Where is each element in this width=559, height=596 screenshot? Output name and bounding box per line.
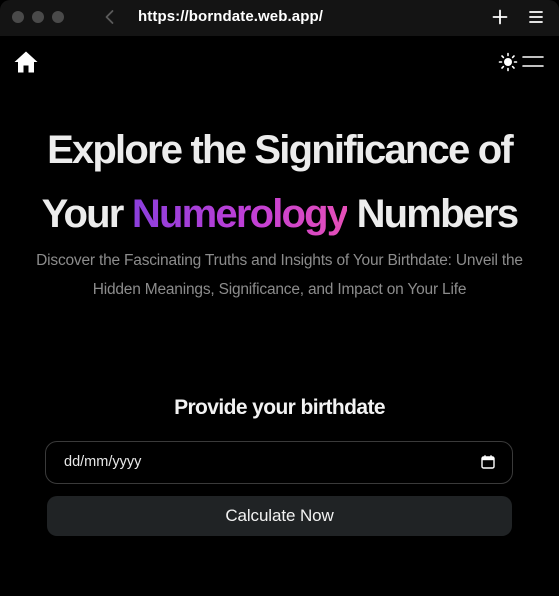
- home-button[interactable]: [13, 50, 39, 74]
- birthdate-placeholder: dd/mm/yyyy: [64, 454, 142, 470]
- hero-title: Explore the Significance of Your Numerol…: [0, 118, 559, 246]
- browser-window: https://borndate.web.app/ Explore the Si…: [0, 0, 559, 596]
- site-menu-button[interactable]: [522, 54, 544, 70]
- chevron-left-icon: [105, 10, 114, 24]
- hero-title-suffix: Numbers: [347, 192, 520, 236]
- browser-menu-button[interactable]: [526, 7, 546, 27]
- hero-title-line-1: Explore the Significance of: [47, 128, 514, 172]
- sun-icon: [498, 52, 518, 72]
- birthdate-input[interactable]: dd/mm/yyyy: [45, 441, 513, 484]
- theme-toggle-button[interactable]: [498, 52, 518, 72]
- hero-title-prefix: Your: [41, 192, 132, 236]
- hero-title-line-2: Your Numerology Numbers: [0, 182, 559, 246]
- hero-subtitle: Discover the Fascinating Truths and Insi…: [36, 252, 523, 298]
- hamburger-menu-icon: [522, 56, 544, 67]
- window-zoom-button[interactable]: [52, 11, 64, 23]
- address-bar-url[interactable]: https://borndate.web.app/: [138, 8, 323, 25]
- back-button[interactable]: [100, 7, 120, 27]
- browser-toolbar: https://borndate.web.app/: [0, 0, 559, 36]
- hero-title-accent: Numerology: [131, 192, 349, 236]
- calendar-icon[interactable]: [481, 455, 495, 469]
- window-minimize-button[interactable]: [32, 11, 44, 23]
- plus-icon: [492, 9, 508, 25]
- home-icon: [14, 51, 38, 73]
- window-close-button[interactable]: [12, 11, 24, 23]
- calculate-now-button[interactable]: Calculate Now: [47, 496, 512, 536]
- hamburger-menu-icon: [529, 11, 543, 23]
- birthdate-label: Provide your birthdate: [174, 396, 385, 419]
- new-tab-button[interactable]: [490, 7, 510, 27]
